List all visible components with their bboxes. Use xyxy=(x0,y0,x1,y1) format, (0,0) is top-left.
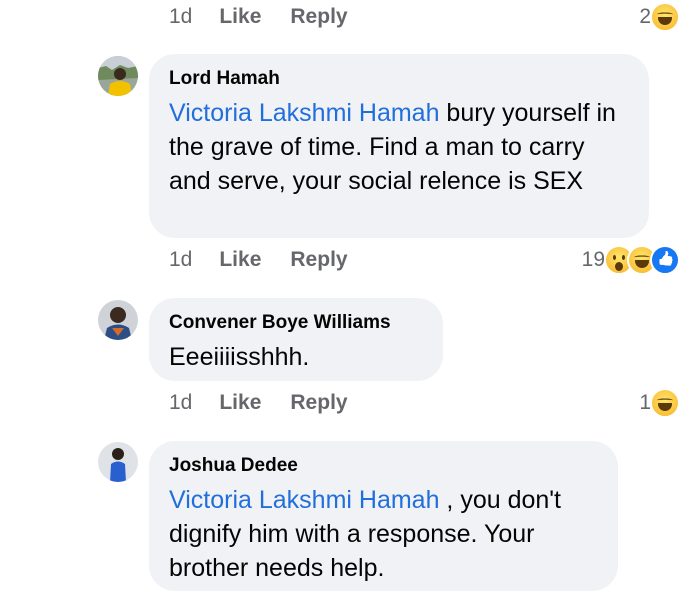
avatar[interactable] xyxy=(98,300,138,340)
comment-time[interactable]: 1d xyxy=(169,248,192,272)
comment-bubble: Joshua Dedee Victoria Lakshmi Hamah , yo… xyxy=(149,441,618,591)
haha-icon xyxy=(650,388,680,418)
comment-bubble: Lord Hamah Victoria Lakshmi Hamah bury y… xyxy=(149,54,649,238)
reply-link[interactable]: Reply xyxy=(290,248,347,272)
comment-time[interactable]: 1d xyxy=(169,391,192,415)
avatar[interactable] xyxy=(98,442,138,482)
comment-text: Victoria Lakshmi Hamah , you don't digni… xyxy=(169,483,598,585)
mention-link[interactable]: Victoria Lakshmi Hamah xyxy=(169,486,439,514)
comment-actions: 1d Like Reply xyxy=(169,386,348,420)
comment-author[interactable]: Convener Boye Williams xyxy=(169,312,423,334)
reply-link[interactable]: Reply xyxy=(290,5,347,29)
comment-bubble: Convener Boye Williams Eeeiiiisshhh. xyxy=(149,298,443,381)
reaction-count: 19 xyxy=(581,248,605,271)
reaction-summary[interactable]: 2 xyxy=(639,0,680,34)
comment-author[interactable]: Joshua Dedee xyxy=(169,455,598,477)
like-link[interactable]: Like xyxy=(219,248,261,272)
comment-actions: 1d Like Reply xyxy=(169,0,348,34)
mention-link[interactable]: Victoria Lakshmi Hamah xyxy=(169,99,439,127)
comment-author[interactable]: Lord Hamah xyxy=(169,68,629,90)
haha-icon xyxy=(650,2,680,32)
reply-link[interactable]: Reply xyxy=(290,391,347,415)
avatar[interactable] xyxy=(98,56,138,96)
like-link[interactable]: Like xyxy=(219,391,261,415)
reaction-summary[interactable]: 1 xyxy=(639,386,680,420)
like-link[interactable]: Like xyxy=(219,5,261,29)
comment-actions: 1d Like Reply xyxy=(169,243,348,277)
like-icon xyxy=(650,245,680,275)
comment-time[interactable]: 1d xyxy=(169,5,192,29)
comment-text: Victoria Lakshmi Hamah bury yourself in … xyxy=(169,96,629,198)
reaction-summary[interactable]: 19 xyxy=(582,243,680,277)
comment-body: Eeeiiiisshhh. xyxy=(169,343,310,371)
